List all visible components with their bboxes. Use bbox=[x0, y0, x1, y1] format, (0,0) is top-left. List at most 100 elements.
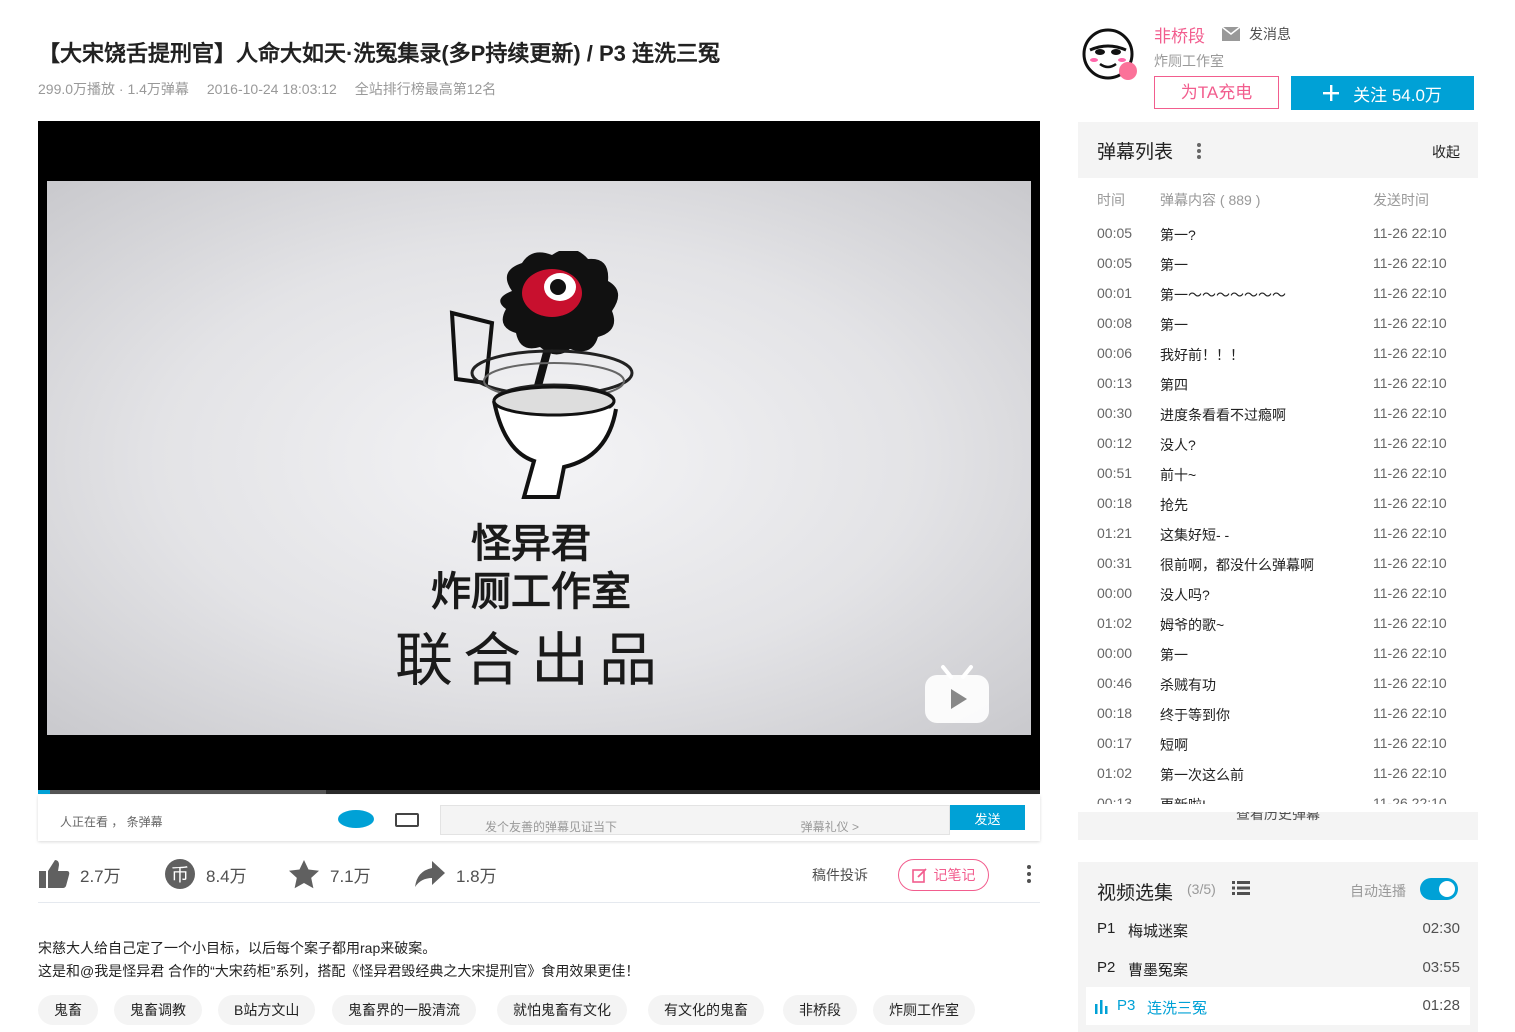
tag-item[interactable]: B站方文山 bbox=[218, 995, 316, 1025]
svg-text:币: 币 bbox=[171, 865, 189, 886]
tag-item[interactable]: 有文化的鬼畜 bbox=[648, 995, 764, 1025]
danmaku-time: 00:05 bbox=[1097, 255, 1133, 271]
tag-item[interactable]: 鬼畜调教 bbox=[114, 995, 202, 1025]
danmaku-content: 第四 bbox=[1160, 377, 1188, 393]
danmaku-input[interactable]: 发个友善的弹幕见证当下 弹幕礼仪 > bbox=[440, 805, 950, 835]
verified-badge-icon bbox=[1119, 62, 1137, 80]
danmaku-menu-icon[interactable] bbox=[1196, 142, 1202, 160]
episode-item[interactable]: P2 曹墨冤案 03:55 bbox=[1078, 949, 1478, 987]
autoplay-toggle[interactable] bbox=[1420, 878, 1458, 900]
share-button[interactable]: 1.8万 bbox=[414, 855, 497, 893]
bilibili-play-icon[interactable] bbox=[923, 663, 991, 725]
more-options-icon[interactable] bbox=[1026, 864, 1032, 884]
tag-item[interactable]: 炸厕工作室 bbox=[873, 995, 975, 1025]
tag-item[interactable]: 就怕鬼畜有文化 bbox=[497, 995, 627, 1025]
charge-button[interactable]: 为TA充电 bbox=[1154, 76, 1279, 109]
danmaku-list-title: 弹幕列表 bbox=[1097, 142, 1174, 163]
follow-button[interactable]: 关注 54.0万 bbox=[1291, 76, 1474, 110]
rank-text[interactable]: 全站排行榜最高第12名 bbox=[355, 81, 497, 97]
send-message-link[interactable]: 发消息 bbox=[1222, 24, 1291, 44]
danmaku-content: 第一～～～～～～～ bbox=[1160, 287, 1286, 303]
danmaku-row[interactable]: 01:02 姆爷的歌~ 11-26 22:10 bbox=[1078, 608, 1478, 638]
danmaku-toggle-icon[interactable] bbox=[338, 810, 374, 828]
video-player[interactable]: 怪异君 炸厕工作室 联合出品 bbox=[38, 121, 1040, 794]
danmaku-row[interactable]: 01:21 这集好短- - 11-26 22:10 bbox=[1078, 518, 1478, 548]
danmaku-row[interactable]: 00:18 终于等到你 11-26 22:10 bbox=[1078, 698, 1478, 728]
frame-text-line3: 联合出品 bbox=[394, 628, 667, 693]
danmaku-row[interactable]: 00:51 前十~ 11-26 22:10 bbox=[1078, 458, 1478, 488]
danmaku-list-columns: 时间 弹幕内容 ( 889 ) 发送时间 bbox=[1078, 178, 1478, 218]
episode-duration: 02:30 bbox=[1422, 920, 1460, 937]
list-view-icon[interactable] bbox=[1232, 881, 1250, 895]
col-content[interactable]: 弹幕内容 ( 889 ) bbox=[1160, 190, 1260, 210]
danmaku-row[interactable]: 00:18 抢先 11-26 22:10 bbox=[1078, 488, 1478, 518]
danmaku-row[interactable]: 00:13 更新啦! 11-26 22:10 bbox=[1078, 788, 1478, 804]
danmaku-content: 姆爷的歌~ bbox=[1160, 617, 1225, 633]
danmaku-content: 第一? bbox=[1160, 227, 1196, 243]
danmaku-content: 前十~ bbox=[1160, 467, 1197, 483]
danmaku-send-button[interactable]: 发送 bbox=[950, 805, 1025, 830]
danmaku-row[interactable]: 00:06 我好前！！！ 11-26 22:10 bbox=[1078, 338, 1478, 368]
danmaku-row[interactable]: 00:05 第一 11-26 22:10 bbox=[1078, 248, 1478, 278]
video-meta: 299.0万播放 · 1.4万弹幕 2016-10-24 18:03:12 全站… bbox=[38, 79, 510, 99]
danmaku-settings-icon[interactable] bbox=[395, 813, 419, 827]
danmaku-row[interactable]: 00:31 很前啊，都没什么弹幕啊 11-26 22:10 bbox=[1078, 548, 1478, 578]
episode-name: 梅城迷案 bbox=[1128, 923, 1189, 940]
progress-bar[interactable] bbox=[38, 790, 1040, 794]
episode-item[interactable]: P1 梅城迷案 02:30 bbox=[1078, 910, 1478, 948]
thumbs-up-icon bbox=[39, 860, 70, 888]
danmaku-content: 短啊 bbox=[1160, 737, 1188, 753]
danmaku-row[interactable]: 00:17 短啊 11-26 22:10 bbox=[1078, 728, 1478, 758]
danmaku-row[interactable]: 00:00 第一 11-26 22:10 bbox=[1078, 638, 1478, 668]
danmaku-sent-time: 11-26 22:10 bbox=[1373, 435, 1447, 451]
danmaku-time: 00:30 bbox=[1097, 405, 1133, 421]
danmaku-row[interactable]: 01:02 第一次这么前 11-26 22:10 bbox=[1078, 758, 1478, 788]
danmaku-time: 00:51 bbox=[1097, 465, 1133, 481]
danmaku-rows[interactable]: 00:05 第一? 11-26 22:10 00:05 第一 11-26 22:10 00:… bbox=[1078, 218, 1478, 804]
danmaku-time: 00:05 bbox=[1097, 225, 1133, 241]
video-description: 宋慈大人给自己定了一个小目标，以后每个案子都用rap来破案。 这是和@我是怪异君… bbox=[38, 937, 639, 983]
danmaku-row[interactable]: 00:30 进度条看看不过瘾啊 11-26 22:10 bbox=[1078, 398, 1478, 428]
danmaku-content: 抢先 bbox=[1160, 497, 1188, 513]
danmaku-history-button[interactable]: 查看历史弹幕 bbox=[1078, 812, 1478, 840]
like-button[interactable]: 2.7万 bbox=[38, 855, 121, 893]
danmaku-row[interactable]: 00:46 杀贼有功 11-26 22:10 bbox=[1078, 668, 1478, 698]
video-frame[interactable]: 怪异君 炸厕工作室 联合出品 bbox=[47, 181, 1031, 735]
danmaku-sent-time: 11-26 22:10 bbox=[1373, 765, 1447, 781]
danmaku-row[interactable]: 00:12 没人? 11-26 22:10 bbox=[1078, 428, 1478, 458]
danmaku-fold-button[interactable]: 收起 bbox=[1432, 142, 1460, 162]
danmaku-time: 00:12 bbox=[1097, 435, 1133, 451]
danmaku-row[interactable]: 00:13 第四 11-26 22:10 bbox=[1078, 368, 1478, 398]
tag-item[interactable]: 鬼畜 bbox=[38, 995, 98, 1025]
episode-item-active[interactable]: P3 连洗三冤 01:28 bbox=[1086, 987, 1470, 1025]
viewer-count: 人正在看 ， 条弹幕 bbox=[60, 815, 163, 829]
danmaku-time: 01:02 bbox=[1097, 765, 1133, 781]
report-link[interactable]: 稿件投诉 bbox=[812, 865, 868, 885]
envelope-icon bbox=[1222, 27, 1240, 41]
danmaku-row[interactable]: 00:08 第一 11-26 22:10 bbox=[1078, 308, 1478, 338]
coin-button[interactable]: 币 8.4万 bbox=[164, 855, 247, 893]
danmaku-etiquette-link[interactable]: 弹幕礼仪 > bbox=[801, 818, 859, 835]
danmaku-sent-time: 11-26 22:10 bbox=[1373, 615, 1447, 631]
danmaku-sent-time: 11-26 22:10 bbox=[1373, 675, 1447, 691]
tag-item[interactable]: 非桥段 bbox=[783, 995, 857, 1025]
episode-number: P3 bbox=[1117, 997, 1136, 1014]
episode-name: 连洗三冤 bbox=[1147, 1000, 1208, 1017]
col-sent-time[interactable]: 发送时间 bbox=[1373, 190, 1429, 210]
danmaku-content: 更新啦! bbox=[1160, 795, 1206, 804]
danmaku-row[interactable]: 00:01 第一～～～～～～～ 11-26 22:10 bbox=[1078, 278, 1478, 308]
tag-item[interactable]: 鬼畜界的一股清流 bbox=[332, 995, 476, 1025]
progress-buffer bbox=[38, 790, 326, 794]
danmaku-row[interactable]: 00:05 第一? 11-26 22:10 bbox=[1078, 218, 1478, 248]
share-count: 1.8万 bbox=[456, 866, 497, 886]
danmaku-list-header: 弹幕列表 收起 bbox=[1078, 122, 1478, 178]
favorite-button[interactable]: 7.1万 bbox=[288, 855, 371, 893]
danmaku-sent-time: 11-26 22:10 bbox=[1373, 225, 1447, 241]
uploader-name[interactable]: 非桥段 bbox=[1154, 22, 1205, 47]
description-line: 宋慈大人给自己定了一个小目标，以后每个案子都用rap来破案。 bbox=[38, 940, 437, 956]
note-button[interactable]: 记笔记 bbox=[898, 859, 989, 891]
danmaku-sent-time: 11-26 22:10 bbox=[1373, 315, 1447, 331]
col-time[interactable]: 时间 bbox=[1097, 190, 1125, 210]
danmaku-row[interactable]: 00:00 没人吗? 11-26 22:10 bbox=[1078, 578, 1478, 608]
danmaku-content: 没人? bbox=[1160, 437, 1196, 453]
